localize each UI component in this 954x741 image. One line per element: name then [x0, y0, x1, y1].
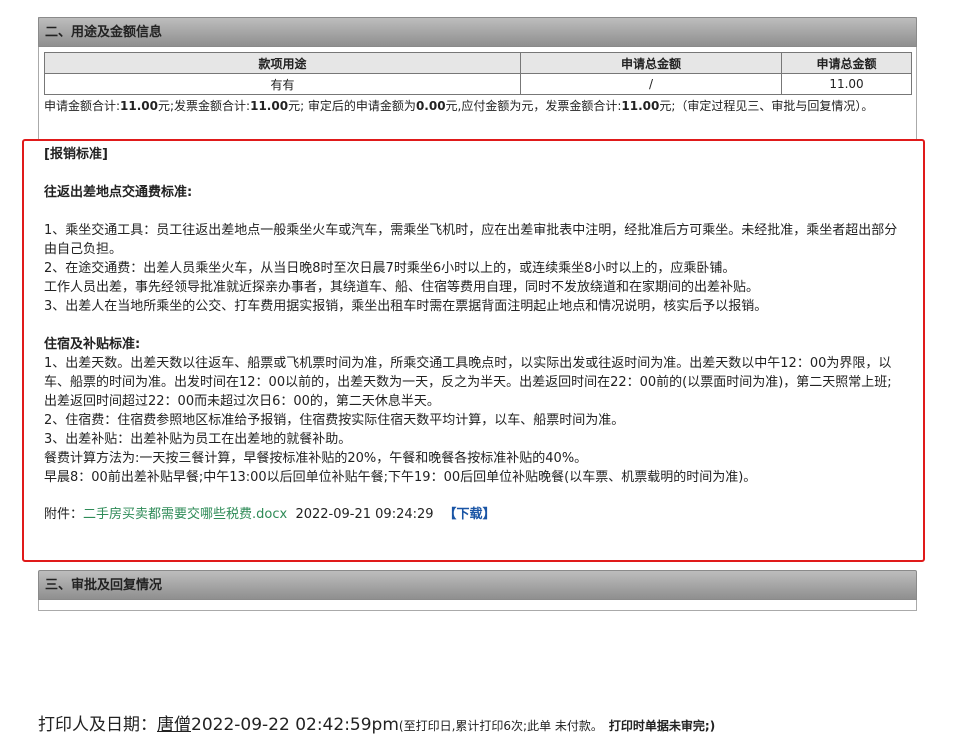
summary-apply-total: 11.00	[120, 99, 159, 113]
print-datetime: 2022-09-22 02:42:59pm	[191, 715, 399, 735]
cell-total-amount: /	[520, 73, 782, 95]
transport-line: 1、乘坐交通工具：员工往返出差地点一般乘坐火车或汽车，需乘坐飞机时，应在出差审批…	[44, 223, 898, 257]
table-row: 有有 / 11.00	[44, 73, 912, 95]
printer-name: 唐僧	[157, 715, 191, 735]
summary-text: 元; 审定后的申请金额为	[288, 99, 416, 113]
print-note: (至打印日,累计打印6次;此单 未付款。	[398, 719, 603, 733]
download-link[interactable]: 【下载】	[444, 507, 496, 522]
standard-heading: [报销标准]	[44, 147, 108, 162]
summary-text: 元;（审定过程见三、审批与回复情况）。	[659, 99, 874, 113]
cell-total-amount-2: 11.00	[781, 73, 912, 95]
lodging-title: 住宿及补贴标准:	[44, 337, 141, 352]
attachment-label: 附件：	[44, 507, 84, 522]
attachment-timestamp: 2022-09-21 09:24:29	[295, 507, 434, 522]
section-approval-reply-header: 三、审批及回复情况	[38, 570, 917, 600]
header-total-amount-2: 申请总金额	[781, 52, 912, 74]
reimbursement-standard-content: [报销标准] 往返出差地点交通费标准: 1、乘坐交通工具：员工往返出差地点一般乘…	[44, 145, 904, 524]
lodging-line: 2、住宿费：住宿费参照地区标准给予报销，住宿费按实际住宿天数平均计算，以车、船票…	[44, 413, 625, 428]
section-usage-amount: 二、用途及金额信息 款项用途 申请总金额 申请总金额 有有 / 11.00 申请…	[38, 17, 917, 139]
cell-usage: 有有	[44, 73, 521, 95]
summary-text: 元;发票金额合计:	[158, 99, 251, 113]
amount-table: 款项用途 申请总金额 申请总金额 有有 / 11.00	[44, 52, 912, 95]
lodging-line: 餐费计算方法为:一天按三餐计算，早餐按标准补贴的20%，午餐和晚餐各按标准补贴的…	[44, 451, 588, 466]
amount-table-header-row: 款项用途 申请总金额 申请总金额	[44, 52, 912, 74]
transport-line: 3、出差人在当地所乘坐的公交、打车费用据实报销，乘坐出租车时需在票据背面注明起止…	[44, 299, 768, 314]
summary-text: 元,应付金额为元，发票金额合计:	[445, 99, 622, 113]
header-total-amount: 申请总金额	[520, 52, 782, 74]
transport-title: 往返出差地点交通费标准:	[44, 185, 193, 200]
transport-line: 工作人员出差，事先经领导批准就近探亲办事者，其绕道车、船、住宿等费用自理，同时不…	[44, 280, 760, 295]
section-approval-reply-body	[38, 600, 917, 611]
section-approval-reply: 三、审批及回复情况	[38, 570, 917, 611]
lodging-line: 早晨8：00前出差补贴早餐;中午13:00以后回单位补贴午餐;下午19：00后回…	[44, 470, 757, 485]
section-usage-amount-header: 二、用途及金额信息	[38, 17, 917, 47]
print-warning: 打印时单据未审完;)	[608, 719, 716, 733]
summary-approved-amount: 0.00	[415, 99, 446, 113]
print-info: 打印人及日期：唐僧2022-09-22 02:42:59pm(至打印日,累计打印…	[38, 710, 715, 735]
transport-line: 2、在途交通费：出差人员乘坐火车，从当日晚8时至次日晨7时乘坐6小时以上的，或连…	[44, 261, 736, 276]
lodging-line: 3、出差补贴：出差补贴为员工在出差地的就餐补助。	[44, 432, 352, 447]
summary-invoice-total-2: 11.00	[621, 99, 660, 113]
attachment-row: 附件：二手房买卖都需要交哪些税费.docx 2022-09-21 09:24:2…	[44, 505, 904, 524]
reimbursement-standard-box: [报销标准] 往返出差地点交通费标准: 1、乘坐交通工具：员工往返出差地点一般乘…	[22, 139, 925, 562]
attachment-file-link[interactable]: 二手房买卖都需要交哪些税费.docx	[83, 507, 287, 522]
summary-text: 申请金额合计:	[44, 99, 121, 113]
header-usage: 款项用途	[44, 52, 521, 74]
lodging-line: 1、出差天数。出差天数以往返车、船票或飞机票时间为准，所乘交通工具晚点时，以实际…	[44, 356, 892, 409]
amount-summary: 申请金额合计:11.00元;发票金额合计:11.00元; 审定后的申请金额为0.…	[44, 97, 912, 115]
summary-invoice-total: 11.00	[250, 99, 289, 113]
print-label: 打印人及日期：	[38, 715, 157, 735]
